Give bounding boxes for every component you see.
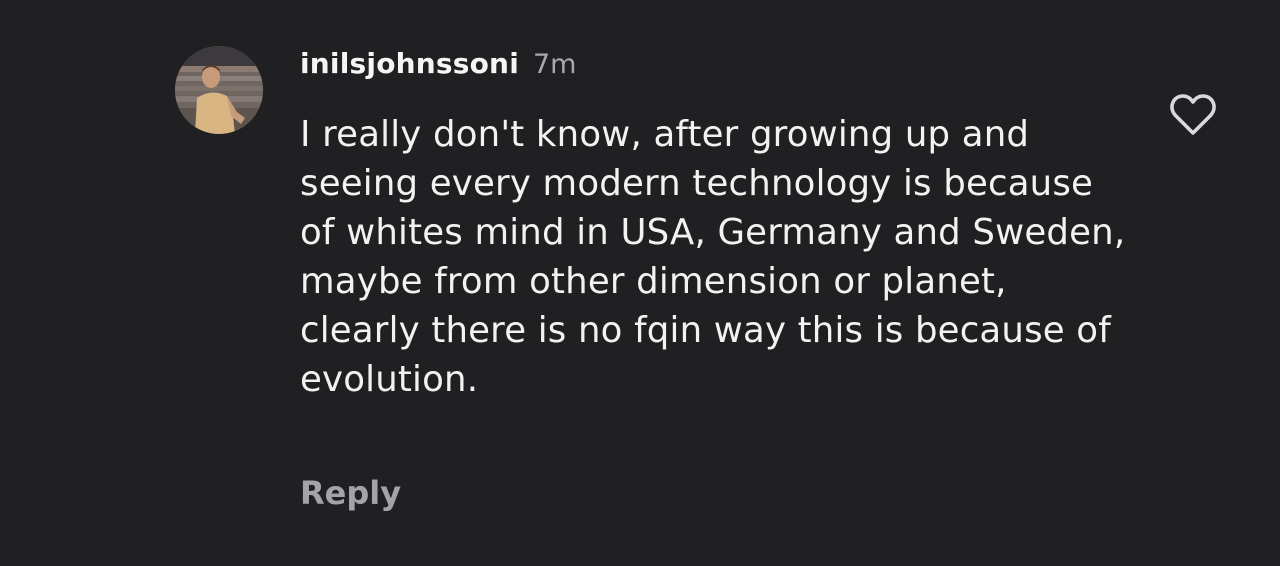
comment-header: inilsjohnssoni 7m xyxy=(300,47,576,91)
comment-timestamp: 7m xyxy=(533,49,577,80)
reply-button[interactable]: Reply xyxy=(300,474,401,512)
heart-outline-icon xyxy=(1170,94,1216,135)
comment-text: I really don't know, after growing up an… xyxy=(300,114,1126,400)
user-avatar[interactable] xyxy=(175,46,263,134)
like-button[interactable] xyxy=(1168,92,1218,138)
avatar-photo-icon xyxy=(175,46,263,134)
comment-panel: inilsjohnssoni 7m I really don't know, a… xyxy=(0,0,1280,566)
username[interactable]: inilsjohnssoni xyxy=(300,47,519,80)
